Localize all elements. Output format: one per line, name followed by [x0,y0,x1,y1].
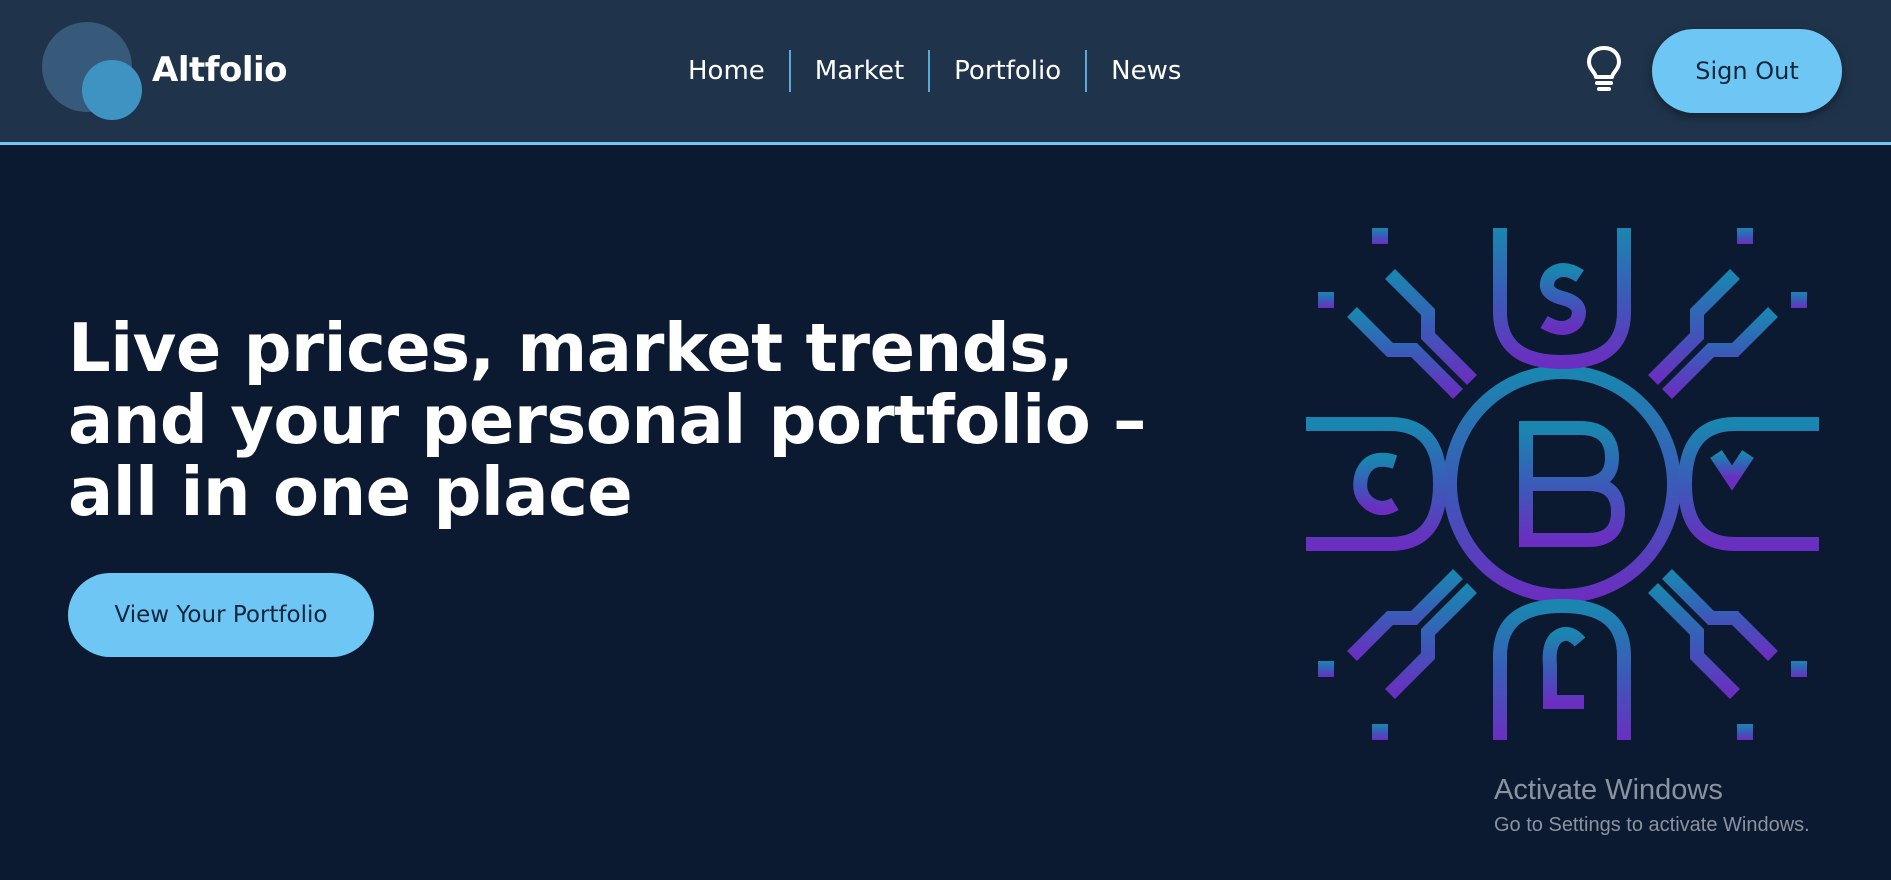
windows-activation-subtitle: Go to Settings to activate Windows. [1494,814,1810,836]
nav-item-market[interactable]: Market [788,50,928,92]
brand-name: Altfolio [152,50,288,90]
brand-logo[interactable]: Altfolio [42,22,302,122]
crypto-currency-circuit-icon [1300,222,1825,747]
main-nav: Home Market Portfolio News [664,50,1205,92]
lightbulb-icon[interactable] [1585,44,1623,94]
top-navbar: Altfolio Home Market Portfolio News Sign… [0,0,1891,145]
nav-item-portfolio[interactable]: Portfolio [928,50,1085,92]
nav-item-home[interactable]: Home [664,50,789,92]
windows-activation-title: Activate Windows [1494,774,1723,806]
view-portfolio-button[interactable]: View Your Portfolio [68,573,374,657]
nav-item-news[interactable]: News [1085,50,1205,92]
logo-circle-small [82,60,142,120]
sign-out-button[interactable]: Sign Out [1652,29,1842,113]
hero-title: Live prices, market trends, and your per… [68,309,1147,531]
